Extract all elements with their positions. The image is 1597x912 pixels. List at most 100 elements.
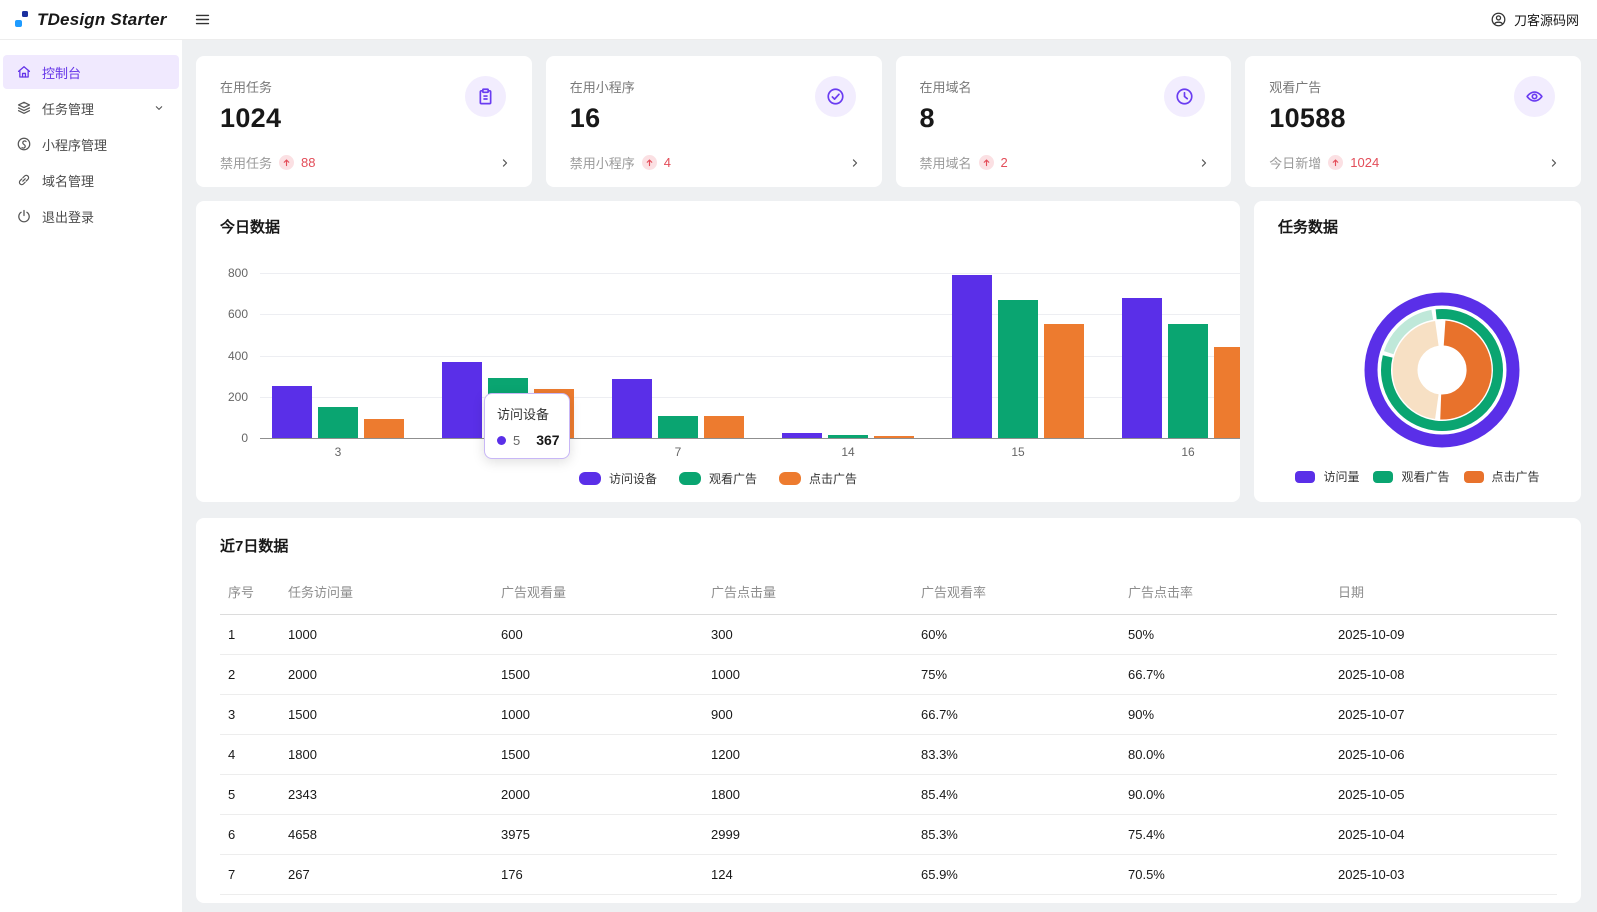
bar-chart: 0200400600800357141516访问设备观看广告点击广告访问设备53… xyxy=(196,201,1240,502)
trend-up-icon xyxy=(279,155,295,170)
trend-up-icon xyxy=(978,155,994,170)
sidebar-item-label: 控制台 xyxy=(42,65,82,81)
chevron-down-icon xyxy=(152,101,166,115)
y-axis-tick: 400 xyxy=(227,348,248,363)
bar-点击广告-14[interactable] xyxy=(874,435,914,438)
bar-访问设备-7[interactable] xyxy=(612,379,652,438)
bar-访问设备-3[interactable] xyxy=(272,386,312,438)
legend-item-观看广告[interactable]: 观看广告 xyxy=(1373,468,1450,485)
hamburger-icon xyxy=(194,11,211,28)
trend-up-icon xyxy=(641,155,657,170)
logo[interactable]: TDesign Starter xyxy=(0,9,182,30)
legend-label: 访问量 xyxy=(1323,470,1360,484)
bar-点击广告-15[interactable] xyxy=(1044,323,1084,438)
user-menu[interactable]: 刀客源码网 xyxy=(1490,10,1597,29)
table-cell: 1000 xyxy=(703,654,913,695)
stat-value: 8 xyxy=(919,103,935,133)
bar-访问设备-15[interactable] xyxy=(952,275,992,438)
gridline xyxy=(260,273,1240,274)
bar-访问设备-14[interactable] xyxy=(782,432,822,438)
donut-segment-点击广告[interactable] xyxy=(1392,320,1440,420)
user-name: 刀客源码网 xyxy=(1513,13,1579,28)
table-cell: 124 xyxy=(703,854,913,895)
table-cell: 85.3% xyxy=(913,814,1120,855)
stat-detail-button[interactable] xyxy=(848,156,862,170)
layers-icon xyxy=(16,100,32,116)
legend-item-点击广告[interactable]: 点击广告 xyxy=(779,470,857,487)
table-cell: 7 xyxy=(220,854,280,895)
legend-item-点击广告[interactable]: 点击广告 xyxy=(1463,468,1540,485)
table-cell: 1000 xyxy=(493,694,703,735)
table-cell: 267 xyxy=(280,854,493,895)
sidebar-item-domain-management[interactable]: 域名管理 xyxy=(3,163,179,197)
table-cell: 2025-10-07 xyxy=(1330,694,1557,735)
donut-segment-点击广告[interactable] xyxy=(1440,320,1492,420)
table-row: 5 2343 2000 1800 85.4% 90.0% 2025-10-05 xyxy=(220,774,1557,815)
bar-点击广告-3[interactable] xyxy=(364,419,404,438)
link-icon xyxy=(16,172,32,188)
table-cell: 300 xyxy=(703,614,913,655)
bar-观看广告-14[interactable] xyxy=(828,434,868,438)
table-cell: 2 xyxy=(220,654,280,695)
legend-item-访问量[interactable]: 访问量 xyxy=(1295,468,1359,485)
sidebar-item-label: 退出登录 xyxy=(42,209,95,225)
table-cell: 2000 xyxy=(493,774,703,815)
legend-label: 访问设备 xyxy=(608,472,657,486)
main-content: 在用任务 1024 禁用任务 88 在用小程序 16 禁用小程序 4 在用域名 … xyxy=(196,40,1581,903)
donut-segment-访问量[interactable] xyxy=(1364,292,1520,448)
check-circle-icon xyxy=(814,76,856,117)
bar-点击广告-16[interactable] xyxy=(1214,347,1240,438)
table-column-header: 任务访问量 xyxy=(280,569,493,615)
stat-card-watched-ads: 观看广告 10588 今日新增 1024 xyxy=(1245,56,1581,187)
logo-text: TDesign Starter xyxy=(37,9,167,29)
stat-footer: 禁用任务 88 xyxy=(220,153,512,172)
table-cell: 1800 xyxy=(703,774,913,815)
table-cell: 2025-10-09 xyxy=(1330,614,1557,655)
bar-观看广告-7[interactable] xyxy=(658,416,698,438)
bar-访问设备-5[interactable] xyxy=(442,362,482,438)
eye-icon xyxy=(1514,76,1555,117)
bar-观看广告-16[interactable] xyxy=(1168,323,1208,438)
stat-sub-value: 2 xyxy=(1000,155,1008,170)
legend-swatch xyxy=(678,472,701,485)
bar-观看广告-15[interactable] xyxy=(998,300,1038,438)
sidebar-item-dashboard[interactable]: 控制台 xyxy=(3,55,179,89)
sidebar-item-task-management[interactable]: 任务管理 xyxy=(3,91,179,125)
stat-detail-button[interactable] xyxy=(1197,156,1211,170)
power-icon xyxy=(16,208,32,224)
table-column-header: 广告点击量 xyxy=(703,569,913,615)
bar-点击广告-7[interactable] xyxy=(704,416,744,438)
bar-观看广告-3[interactable] xyxy=(318,407,358,438)
legend-item-访问设备[interactable]: 访问设备 xyxy=(578,470,657,487)
table-cell: 4 xyxy=(220,734,280,775)
stat-footer: 禁用域名 2 xyxy=(920,153,1212,172)
sidebar-item-logout[interactable]: 退出登录 xyxy=(3,199,179,233)
stat-detail-button[interactable] xyxy=(1547,156,1561,170)
stat-card-active-miniprograms: 在用小程序 16 禁用小程序 4 xyxy=(545,56,882,187)
x-axis-tick: 15 xyxy=(1011,445,1025,459)
donut-chart xyxy=(1364,292,1520,448)
sidebar-item-miniprogram-management[interactable]: 小程序管理 xyxy=(3,127,179,161)
table-cell: 1500 xyxy=(493,734,703,775)
bar-访问设备-16[interactable] xyxy=(1122,298,1162,438)
stat-sub-label: 禁用小程序 xyxy=(569,156,635,171)
stat-sub-value: 4 xyxy=(663,155,671,170)
stat-value: 1024 xyxy=(220,103,282,133)
table-cell: 6 xyxy=(220,814,280,855)
x-axis-tick: 3 xyxy=(334,445,342,459)
gridline xyxy=(260,396,1240,398)
logo-icon xyxy=(15,9,28,30)
stat-detail-button[interactable] xyxy=(498,156,512,170)
stat-sub-label: 今日新增 xyxy=(1269,156,1322,171)
table-row: 6 4658 3975 2999 85.3% 75.4% 2025-10-04 xyxy=(220,814,1557,855)
menu-toggle-button[interactable] xyxy=(188,7,217,32)
clipboard-icon xyxy=(464,76,506,117)
legend-item-观看广告[interactable]: 观看广告 xyxy=(678,470,757,487)
table-cell: 60% xyxy=(913,614,1120,655)
y-axis-tick: 200 xyxy=(227,389,248,404)
legend-swatch xyxy=(578,472,601,485)
table-cell: 2000 xyxy=(280,654,493,695)
gridline xyxy=(260,355,1240,357)
table-cell: 2025-10-03 xyxy=(1330,854,1557,895)
table-cell: 176 xyxy=(493,854,703,895)
